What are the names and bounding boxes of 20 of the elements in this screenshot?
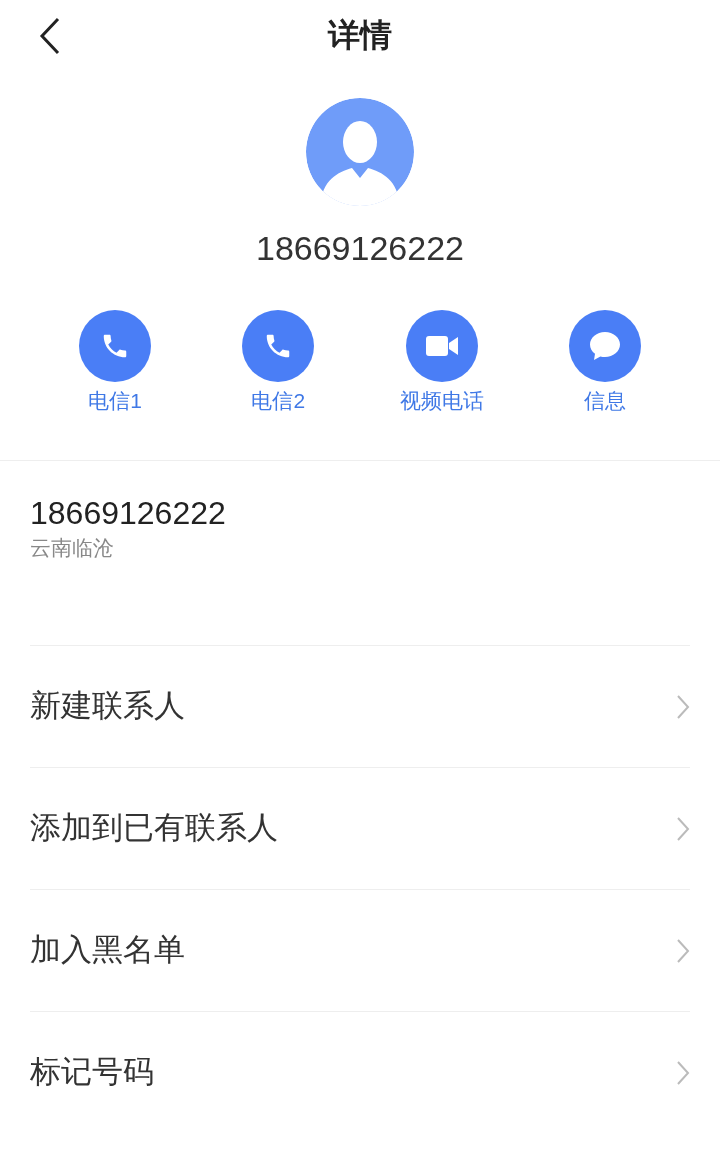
- speech-bubble-icon: [588, 330, 622, 362]
- call-action-button[interactable]: 信息: [550, 310, 660, 416]
- phone-number: 18669126222: [256, 228, 464, 268]
- location-text: 云南临沧: [30, 535, 115, 561]
- call-action-button[interactable]: 电信2: [223, 310, 334, 416]
- chevron-right-icon: [676, 693, 690, 720]
- detail-number: 18669126222: [30, 495, 227, 531]
- chevron-right-icon: [676, 815, 690, 842]
- page-title: 详情: [328, 16, 392, 55]
- back-chevron-icon: [39, 17, 61, 55]
- call-action-button[interactable]: 视频电话: [386, 310, 497, 416]
- menu-item[interactable]: 加入黑名单: [30, 889, 690, 1011]
- menu-item[interactable]: 新建联系人: [30, 645, 690, 767]
- chevron-right-icon: [676, 937, 690, 964]
- video-camera-icon: [424, 334, 459, 358]
- menu-item[interactable]: 添加到已有联系人: [30, 767, 690, 889]
- avatar-icon: [306, 98, 414, 206]
- menu-item[interactable]: 标记号码: [30, 1011, 690, 1133]
- call-action-button[interactable]: 电信1: [60, 310, 170, 416]
- chevron-right-icon: [676, 1059, 690, 1086]
